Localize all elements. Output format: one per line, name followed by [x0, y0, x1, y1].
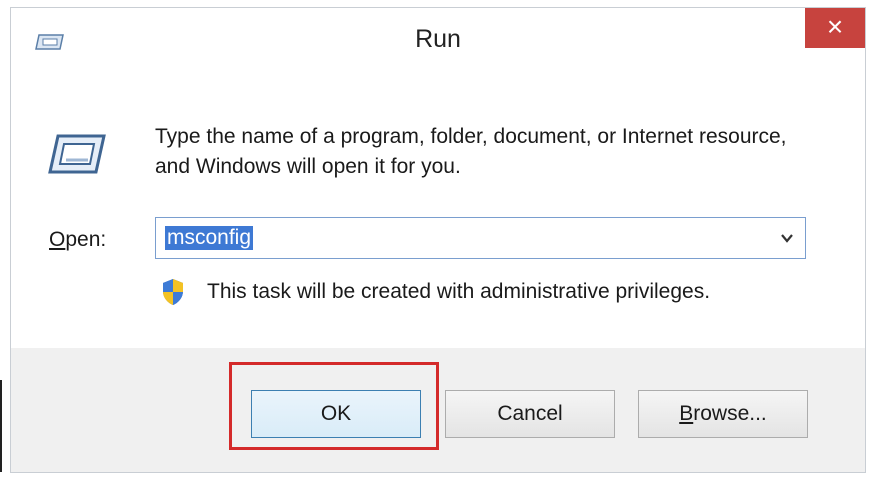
ok-button[interactable]: OK [251, 390, 421, 438]
chevron-down-icon[interactable] [779, 230, 795, 246]
run-icon [48, 134, 106, 174]
uac-shield-icon [163, 279, 183, 305]
window-title: Run [415, 25, 461, 53]
description-text: Type the name of a program, folder, docu… [155, 125, 787, 178]
browse-button[interactable]: Browse... [638, 390, 808, 438]
left-edge-line [0, 380, 2, 472]
open-label-mnemonic: O [49, 228, 66, 251]
open-label-text: pen: [65, 228, 107, 251]
close-icon: × [826, 11, 844, 42]
button-bar: OK Cancel Browse... [11, 348, 865, 472]
browse-label: rowse... [693, 402, 767, 425]
open-label: Open: [49, 228, 106, 252]
browse-mnemonic: B [679, 402, 694, 425]
dialog-body: Type the name of a program, folder, docu… [11, 74, 865, 348]
open-input-value[interactable]: msconfig [165, 226, 254, 250]
title-bar: Run × [11, 8, 865, 74]
run-dialog: Run × Type the name of a program, folder… [10, 7, 866, 473]
open-combobox[interactable]: msconfig [155, 217, 806, 259]
cancel-button[interactable]: Cancel [445, 390, 615, 438]
admin-privileges-note: This task will be created with administr… [207, 280, 711, 303]
close-button[interactable]: × [805, 8, 865, 48]
